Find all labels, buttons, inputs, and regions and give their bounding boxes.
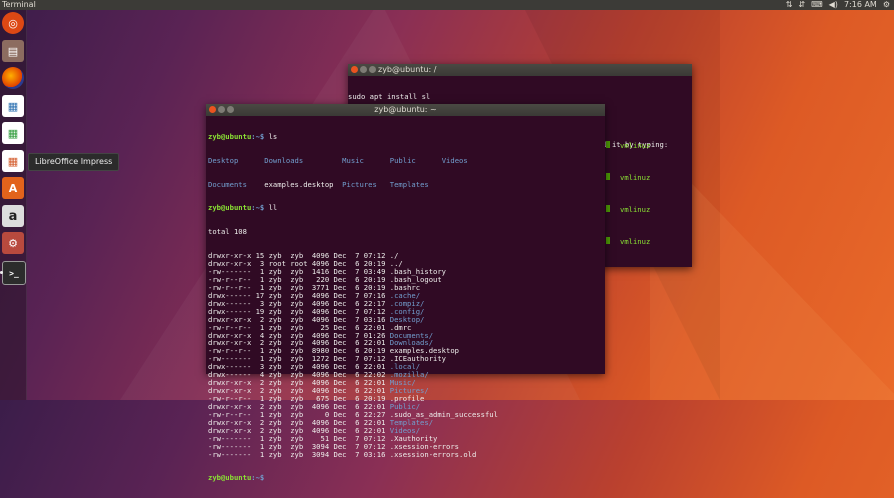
window-title: zyb@ubuntu: ~ bbox=[374, 105, 437, 114]
folder-icon[interactable]: ▤ bbox=[2, 40, 24, 62]
vmlinuz-link: vmlinuz bbox=[620, 205, 651, 214]
terminal-window-front[interactable]: zyb@ubuntu: ~ zyb@ubuntu:~$ ls Desktop D… bbox=[206, 104, 605, 482]
ubuntu-logo-icon[interactable]: ◎ bbox=[2, 12, 24, 34]
output-line: zyb@ubuntu:~$ bbox=[208, 473, 265, 483]
vmlinuz-link: vmlinuz bbox=[620, 237, 651, 246]
output-line: zyb@ubuntu:~$ ll bbox=[208, 203, 278, 213]
close-button[interactable] bbox=[351, 66, 358, 73]
titlebar[interactable]: zyb@ubuntu: ~ bbox=[206, 104, 605, 116]
running-indicator bbox=[0, 271, 3, 274]
firefox-icon[interactable] bbox=[2, 67, 24, 89]
sort-icon[interactable]: ⇅ bbox=[786, 0, 793, 10]
top-panel: Terminal ⇅ ⇵ ⌨ ◀) 7:16 AM ⚙ bbox=[0, 0, 894, 10]
impress-icon[interactable]: ▦ bbox=[2, 150, 24, 172]
writer-icon[interactable]: ▦ bbox=[2, 95, 24, 117]
highlight-block bbox=[606, 173, 610, 180]
amazon-icon[interactable]: a bbox=[2, 205, 24, 227]
terminal-icon[interactable]: >_ bbox=[2, 261, 26, 285]
listing-meta: -rw------- 1 zyb zyb 3094 Dec 7 03:16 bbox=[208, 449, 390, 459]
indicator-area: ⇅ ⇵ ⌨ ◀) 7:16 AM ⚙ bbox=[786, 0, 890, 10]
gear-icon[interactable]: ⚙ bbox=[883, 0, 890, 10]
software-center-icon[interactable]: A bbox=[2, 177, 24, 199]
output-line: zyb@ubuntu:~$ ls bbox=[208, 131, 278, 141]
active-app-title: Terminal bbox=[2, 0, 36, 9]
window-title: zyb@ubuntu: / bbox=[378, 65, 437, 74]
highlight-block bbox=[606, 205, 610, 212]
launcher-tooltip: LibreOffice Impress bbox=[28, 153, 120, 171]
highlight-block bbox=[606, 141, 610, 148]
volume-icon[interactable]: ◀) bbox=[829, 0, 838, 10]
clock[interactable]: 7:16 AM bbox=[844, 0, 877, 10]
settings-icon[interactable]: ⚙ bbox=[2, 232, 24, 254]
launcher: ◎ ▤ ▦ ▦ ▦ A a ⚙ >_ bbox=[0, 10, 27, 400]
listing-row: -rw------- 1 zyb zyb 3094 Dec 7 03:16 .x… bbox=[208, 449, 605, 459]
network-icon[interactable]: ⇵ bbox=[798, 0, 805, 10]
minimize-button[interactable] bbox=[360, 66, 367, 73]
vmlinuz-link: vmlinuz bbox=[620, 173, 651, 182]
listing-filename: .xsession-errors.old bbox=[389, 449, 477, 459]
titlebar[interactable]: zyb@ubuntu: / bbox=[348, 64, 692, 76]
ls-row: Documents examples.desktop Pictures Temp… bbox=[208, 179, 429, 189]
calc-icon[interactable]: ▦ bbox=[2, 122, 24, 144]
ls-row: Desktop Downloads Music Public Videos bbox=[208, 155, 468, 165]
keyboard-icon[interactable]: ⌨ bbox=[811, 0, 823, 10]
highlight-block bbox=[606, 237, 610, 244]
terminal-output[interactable]: zyb@ubuntu:~$ ls Desktop Downloads Music… bbox=[206, 116, 605, 498]
output-line: sudo apt install sl bbox=[348, 91, 431, 101]
maximize-button[interactable] bbox=[369, 66, 376, 73]
output-line: total 108 bbox=[208, 227, 247, 237]
ll-listing: drwxr-xr-x 15 zyb zyb 4096 Dec 7 07:12 .… bbox=[208, 252, 605, 458]
vmlinuz-link: vmlinuz bbox=[620, 141, 651, 150]
